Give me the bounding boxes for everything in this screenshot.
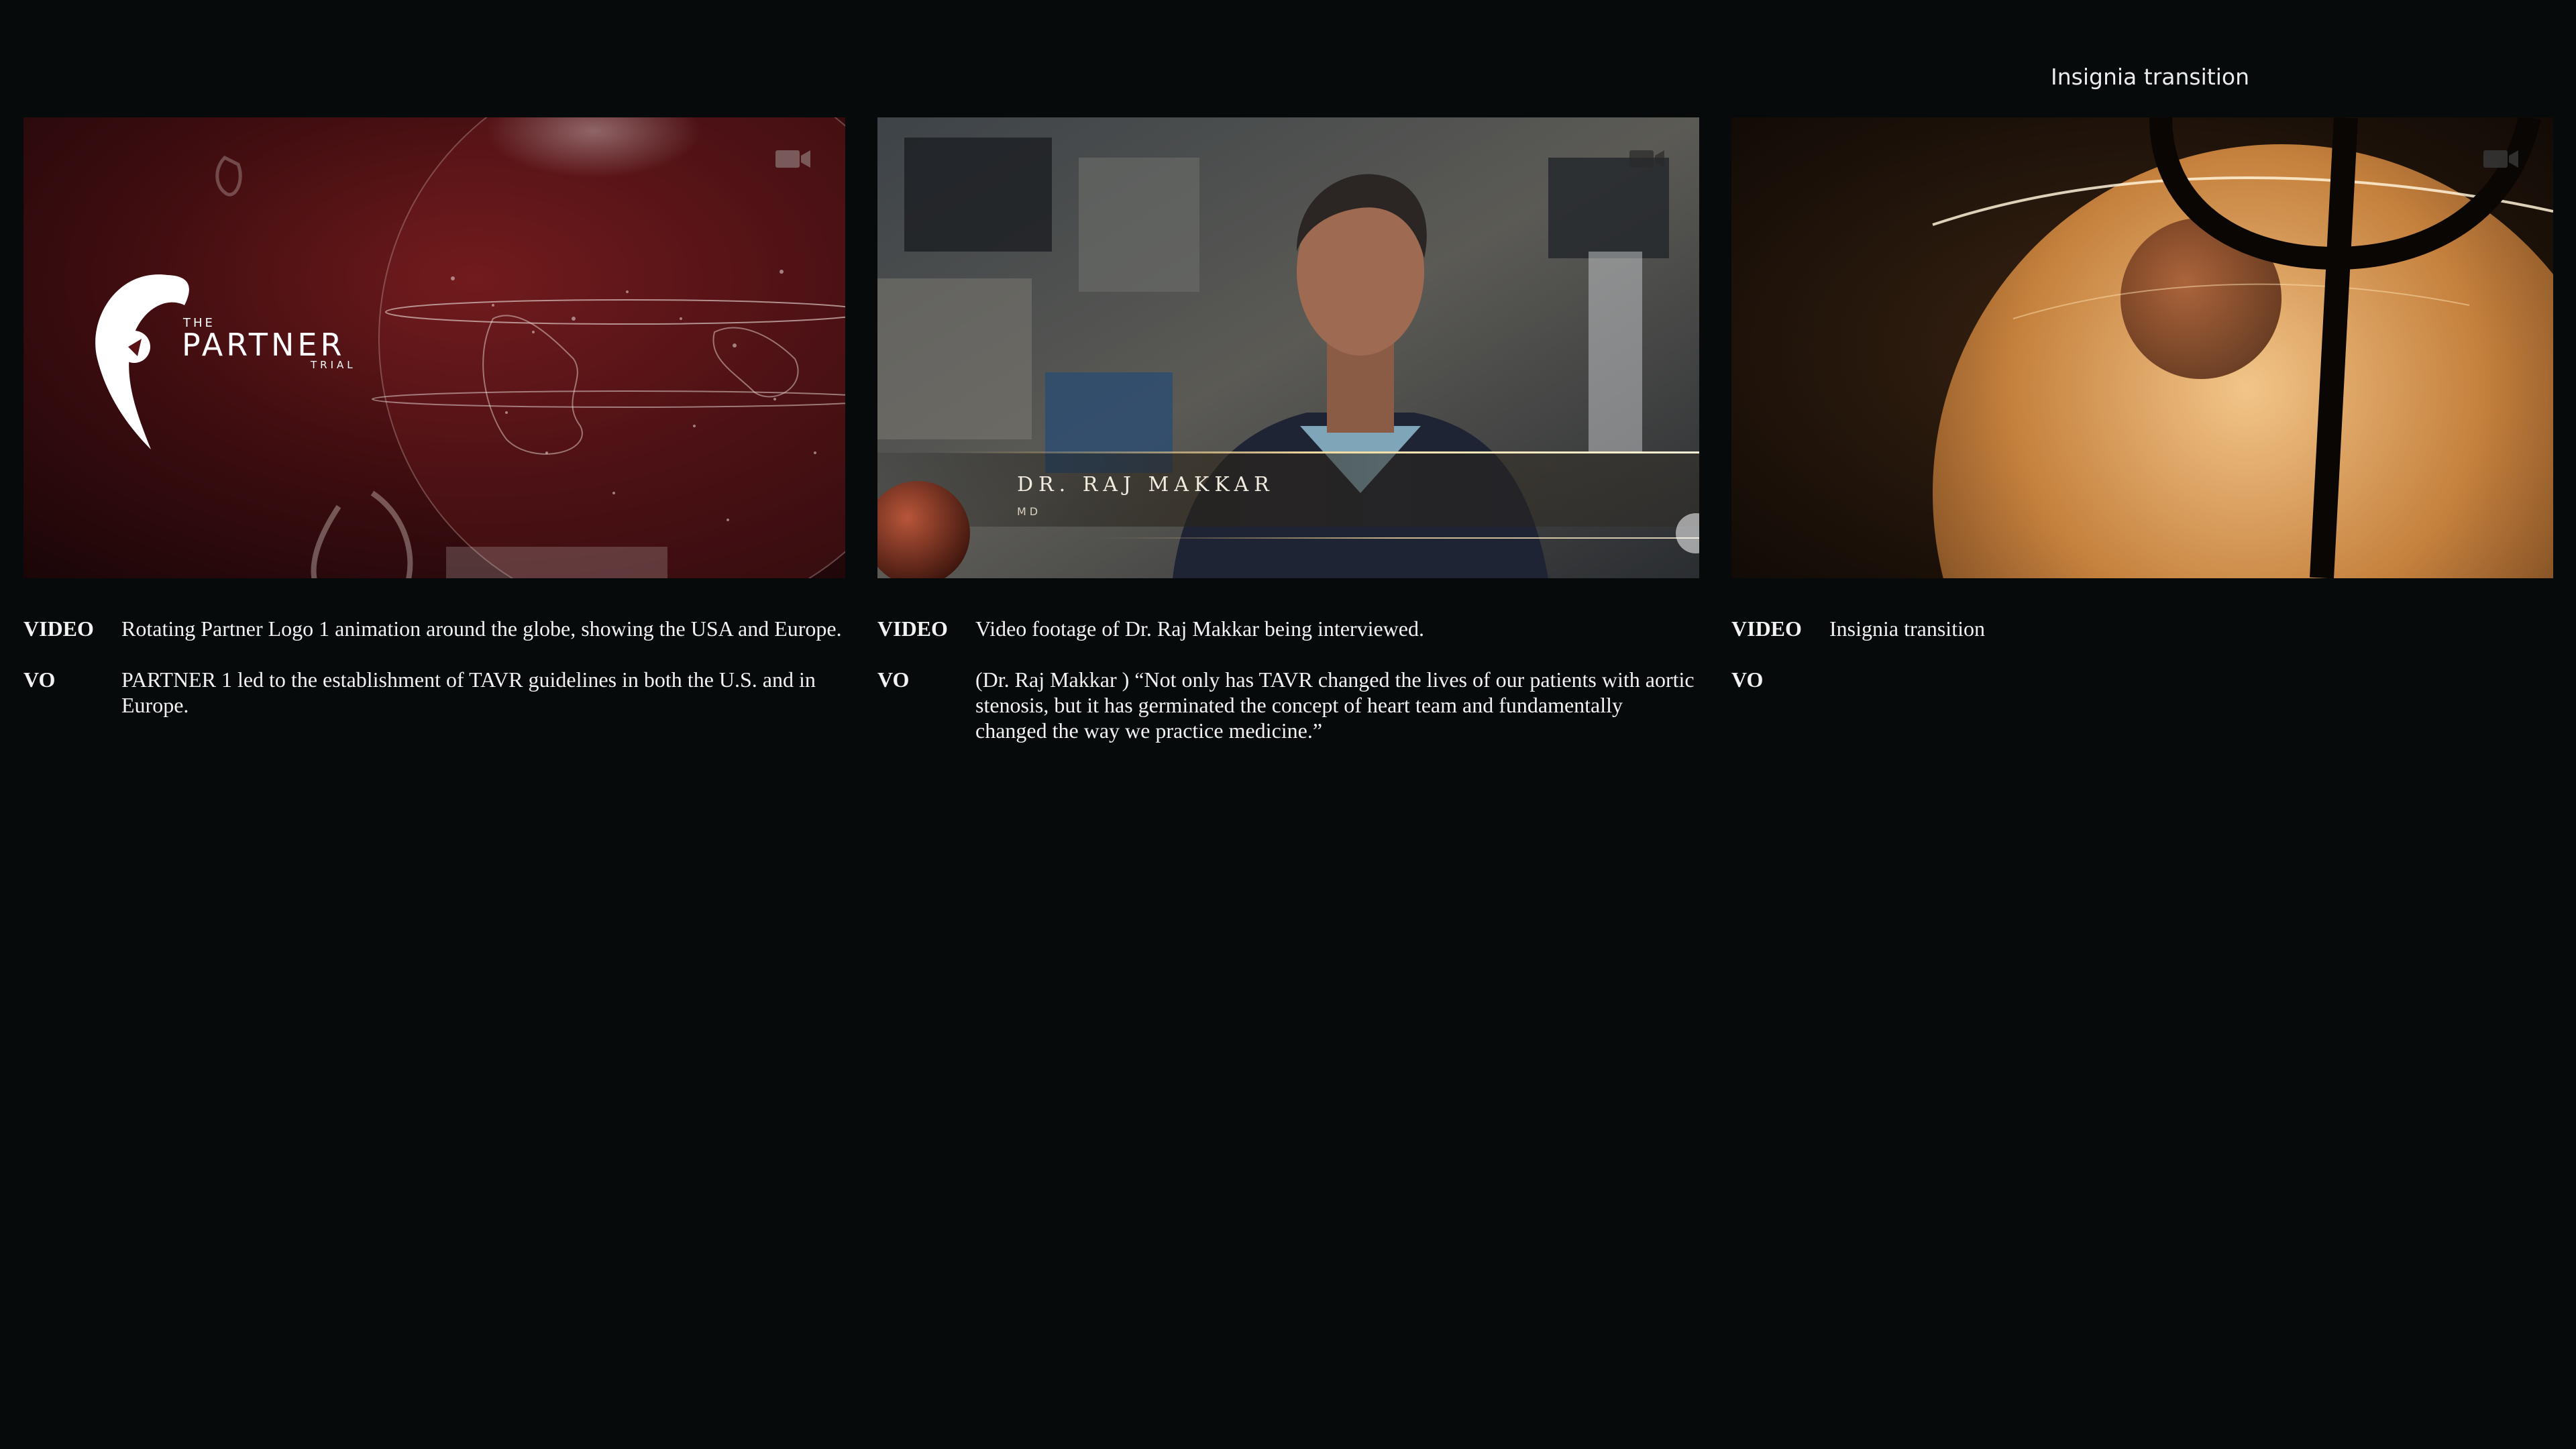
- frame-1-notes: VIDEO Rotating Partner Logo 1 animation …: [23, 616, 849, 743]
- video-label: VIDEO: [877, 616, 948, 641]
- video-description: Insignia transition: [1829, 616, 1985, 641]
- frame-2-artwork: [877, 117, 1699, 578]
- video-label: VIDEO: [23, 616, 94, 641]
- vo-script: PARTNER 1 led to the establishment of TA…: [121, 667, 816, 717]
- vo-note-row: VO (Dr. Raj Makkar ) “Not only has TAVR …: [877, 667, 1703, 743]
- insignia-transition-caption: Insignia transition: [2051, 64, 2249, 90]
- vo-label: VO: [1731, 667, 1764, 692]
- video-description: Rotating Partner Logo 1 animation around…: [121, 616, 842, 641]
- video-label: VIDEO: [1731, 616, 1802, 641]
- vo-label: VO: [877, 667, 910, 692]
- frame-3-artwork: [1731, 117, 2553, 578]
- vo-note-row: VO PARTNER 1 led to the establishment of…: [23, 667, 849, 718]
- video-camera-icon: [775, 150, 810, 168]
- vo-script: (Dr. Raj Makkar ) “Not only has TAVR cha…: [975, 667, 1695, 743]
- video-note-row: VIDEO Video footage of Dr. Raj Makkar be…: [877, 616, 1703, 641]
- logo-partner-text: PARTNER: [182, 327, 345, 363]
- frame-1-artwork: [23, 117, 845, 578]
- frame-3-notes: VIDEO Insignia transition VO: [1731, 616, 2557, 718]
- video-description: Video footage of Dr. Raj Makkar being in…: [975, 616, 1424, 641]
- video-note-row: VIDEO Insignia transition: [1731, 616, 2557, 641]
- storyboard-frame-2[interactable]: DR. RAJ MAKKAR MD: [877, 117, 1699, 578]
- lower-third-name: DR. RAJ MAKKAR: [1017, 473, 1275, 496]
- video-note-row: VIDEO Rotating Partner Logo 1 animation …: [23, 616, 849, 641]
- lower-third-title: MD: [1017, 505, 1042, 518]
- vo-label: VO: [23, 667, 56, 692]
- logo-trial-text: TRIAL: [311, 359, 356, 371]
- vo-script: [1829, 667, 2557, 692]
- storyboard-frame-1[interactable]: THE PARTNER TRIAL: [23, 117, 845, 578]
- frame-2-notes: VIDEO Video footage of Dr. Raj Makkar be…: [877, 616, 1703, 769]
- storyboard-frame-3[interactable]: [1731, 117, 2553, 578]
- vo-note-row: VO: [1731, 667, 2557, 692]
- video-camera-icon: [2483, 150, 2518, 168]
- video-camera-icon: [1629, 150, 1664, 168]
